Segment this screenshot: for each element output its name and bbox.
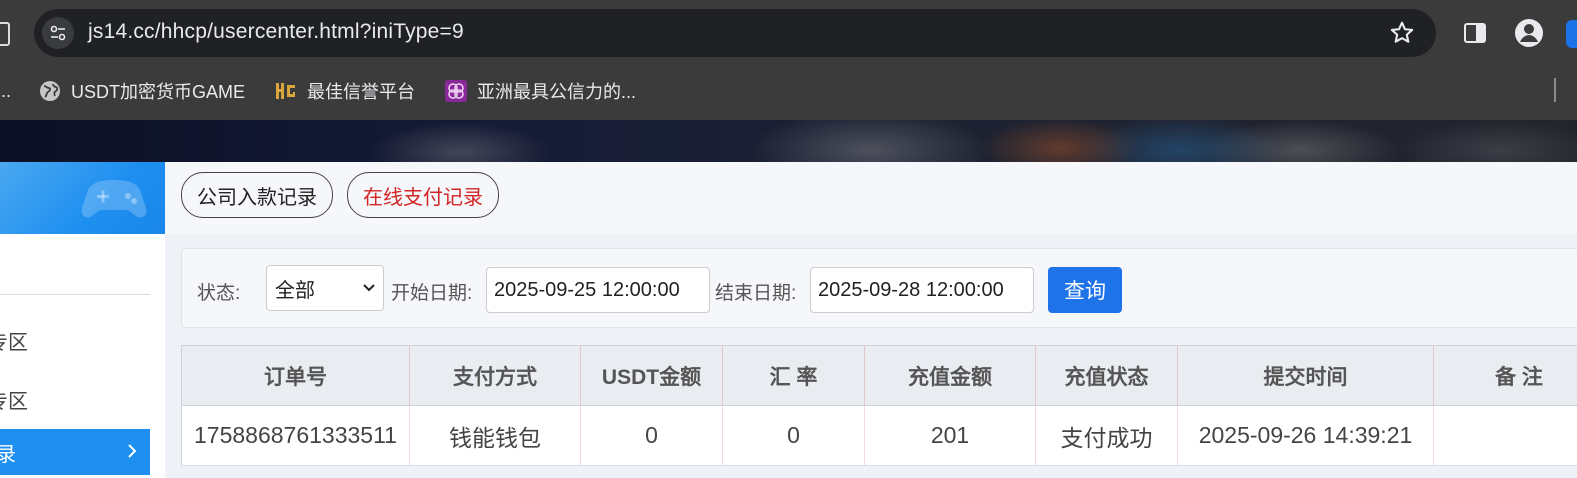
column-header: 充值金额 xyxy=(865,346,1036,405)
globe-icon xyxy=(39,80,61,102)
exchange-rate-cell: 0 xyxy=(723,406,865,465)
sidebar-item-label: 专区 xyxy=(0,331,28,354)
extension-indicator xyxy=(1566,20,1577,48)
side-panel-icon[interactable] xyxy=(1463,21,1487,45)
remark-cell xyxy=(1434,406,1577,465)
site-settings-icon[interactable] xyxy=(42,17,74,49)
address-bar[interactable]: js14.cc/hhcp/usercenter.html?iniType=9 xyxy=(34,9,1436,57)
tab-label: 公司入款记录 xyxy=(197,186,317,209)
status-select[interactable]: 全部 xyxy=(266,265,384,311)
bookmark-item[interactable]: 亚洲最具公信力的... xyxy=(445,78,636,104)
start-date-input[interactable] xyxy=(486,267,710,313)
tab-label: 在线支付记录 xyxy=(363,186,483,209)
bookmarks-bar: ... USDT加密货币GAME 最佳信誉平台 xyxy=(0,72,1577,108)
tab-online-payment[interactable]: 在线支付记录 xyxy=(347,172,499,218)
bookmark-item[interactable]: ... xyxy=(0,78,11,104)
sidebar-item-label: 专区 xyxy=(0,390,28,413)
table-header: 订单号 支付方式 USDT金额 汇 率 充值金额 充值状态 提交时间 备 注 xyxy=(181,345,1577,406)
chevron-down-icon xyxy=(363,284,375,292)
sidebar-item-active[interactable]: 录 xyxy=(0,429,150,475)
sidebar-item-label: 录 xyxy=(0,443,16,466)
sidebar-divider xyxy=(0,294,150,295)
payment-method-cell: 钱能钱包 xyxy=(410,406,581,465)
column-header: 充值状态 xyxy=(1036,346,1178,405)
bookmark-label: ... xyxy=(0,80,12,101)
sidebar: 专区 专区 录 xyxy=(0,162,165,478)
column-header: 提交时间 xyxy=(1178,346,1434,405)
sidebar-item[interactable]: 专区 xyxy=(0,317,150,363)
column-header: 支付方式 xyxy=(410,346,581,405)
usdt-amount-cell: 0 xyxy=(581,406,723,465)
tab-search-icon[interactable] xyxy=(0,22,10,46)
sidebar-header xyxy=(0,162,165,234)
bookmark-item[interactable]: USDT加密货币GAME xyxy=(39,78,245,104)
status-select-value: 全部 xyxy=(275,279,315,302)
bookmark-star-icon[interactable] xyxy=(1388,19,1416,47)
column-header: 备 注 xyxy=(1495,365,1543,389)
purple-knot-icon xyxy=(445,80,467,102)
bookmark-item[interactable]: 最佳信誉平台 xyxy=(275,78,415,104)
bookmark-label: USDT加密货币GAME xyxy=(71,82,246,102)
url-text[interactable]: js14.cc/hhcp/usercenter.html?iniType=9 xyxy=(88,20,464,44)
chevron-right-icon xyxy=(128,444,137,458)
column-header: 订单号 xyxy=(182,346,410,405)
status-label: 状态: xyxy=(197,283,241,304)
profile-icon[interactable] xyxy=(1514,18,1544,48)
tab-company-deposit[interactable]: 公司入款记录 xyxy=(181,172,333,218)
site-banner xyxy=(0,120,1577,162)
browser-chrome: js14.cc/hhcp/usercenter.html?iniType=9 .… xyxy=(0,0,1577,120)
table-row[interactable]: 1758868761333511 钱能钱包 0 0 201 支付成功 2025-… xyxy=(181,406,1577,466)
bookmarks-separator xyxy=(1554,78,1556,102)
query-button[interactable]: 查询 xyxy=(1048,267,1122,313)
column-header: 汇 率 xyxy=(723,346,865,405)
deposit-status-cell: 支付成功 xyxy=(1036,406,1178,465)
deposit-amount-cell: 201 xyxy=(865,406,1036,465)
order-number-cell: 1758868761333511 xyxy=(182,406,410,465)
hg-logo-icon xyxy=(275,80,297,102)
start-date-label: 开始日期: xyxy=(391,283,473,304)
end-date-label: 结束日期: xyxy=(715,283,797,304)
column-header: USDT金额 xyxy=(581,346,723,405)
submit-time-cell: 2025-09-26 14:39:21 xyxy=(1178,406,1434,465)
sidebar-item[interactable]: 专区 xyxy=(0,376,150,422)
end-date-input[interactable] xyxy=(810,267,1034,313)
bookmark-label: 最佳信誉平台 xyxy=(307,82,415,102)
gamepad-icon xyxy=(81,180,147,218)
bookmark-label: 亚洲最具公信力的... xyxy=(477,82,637,102)
